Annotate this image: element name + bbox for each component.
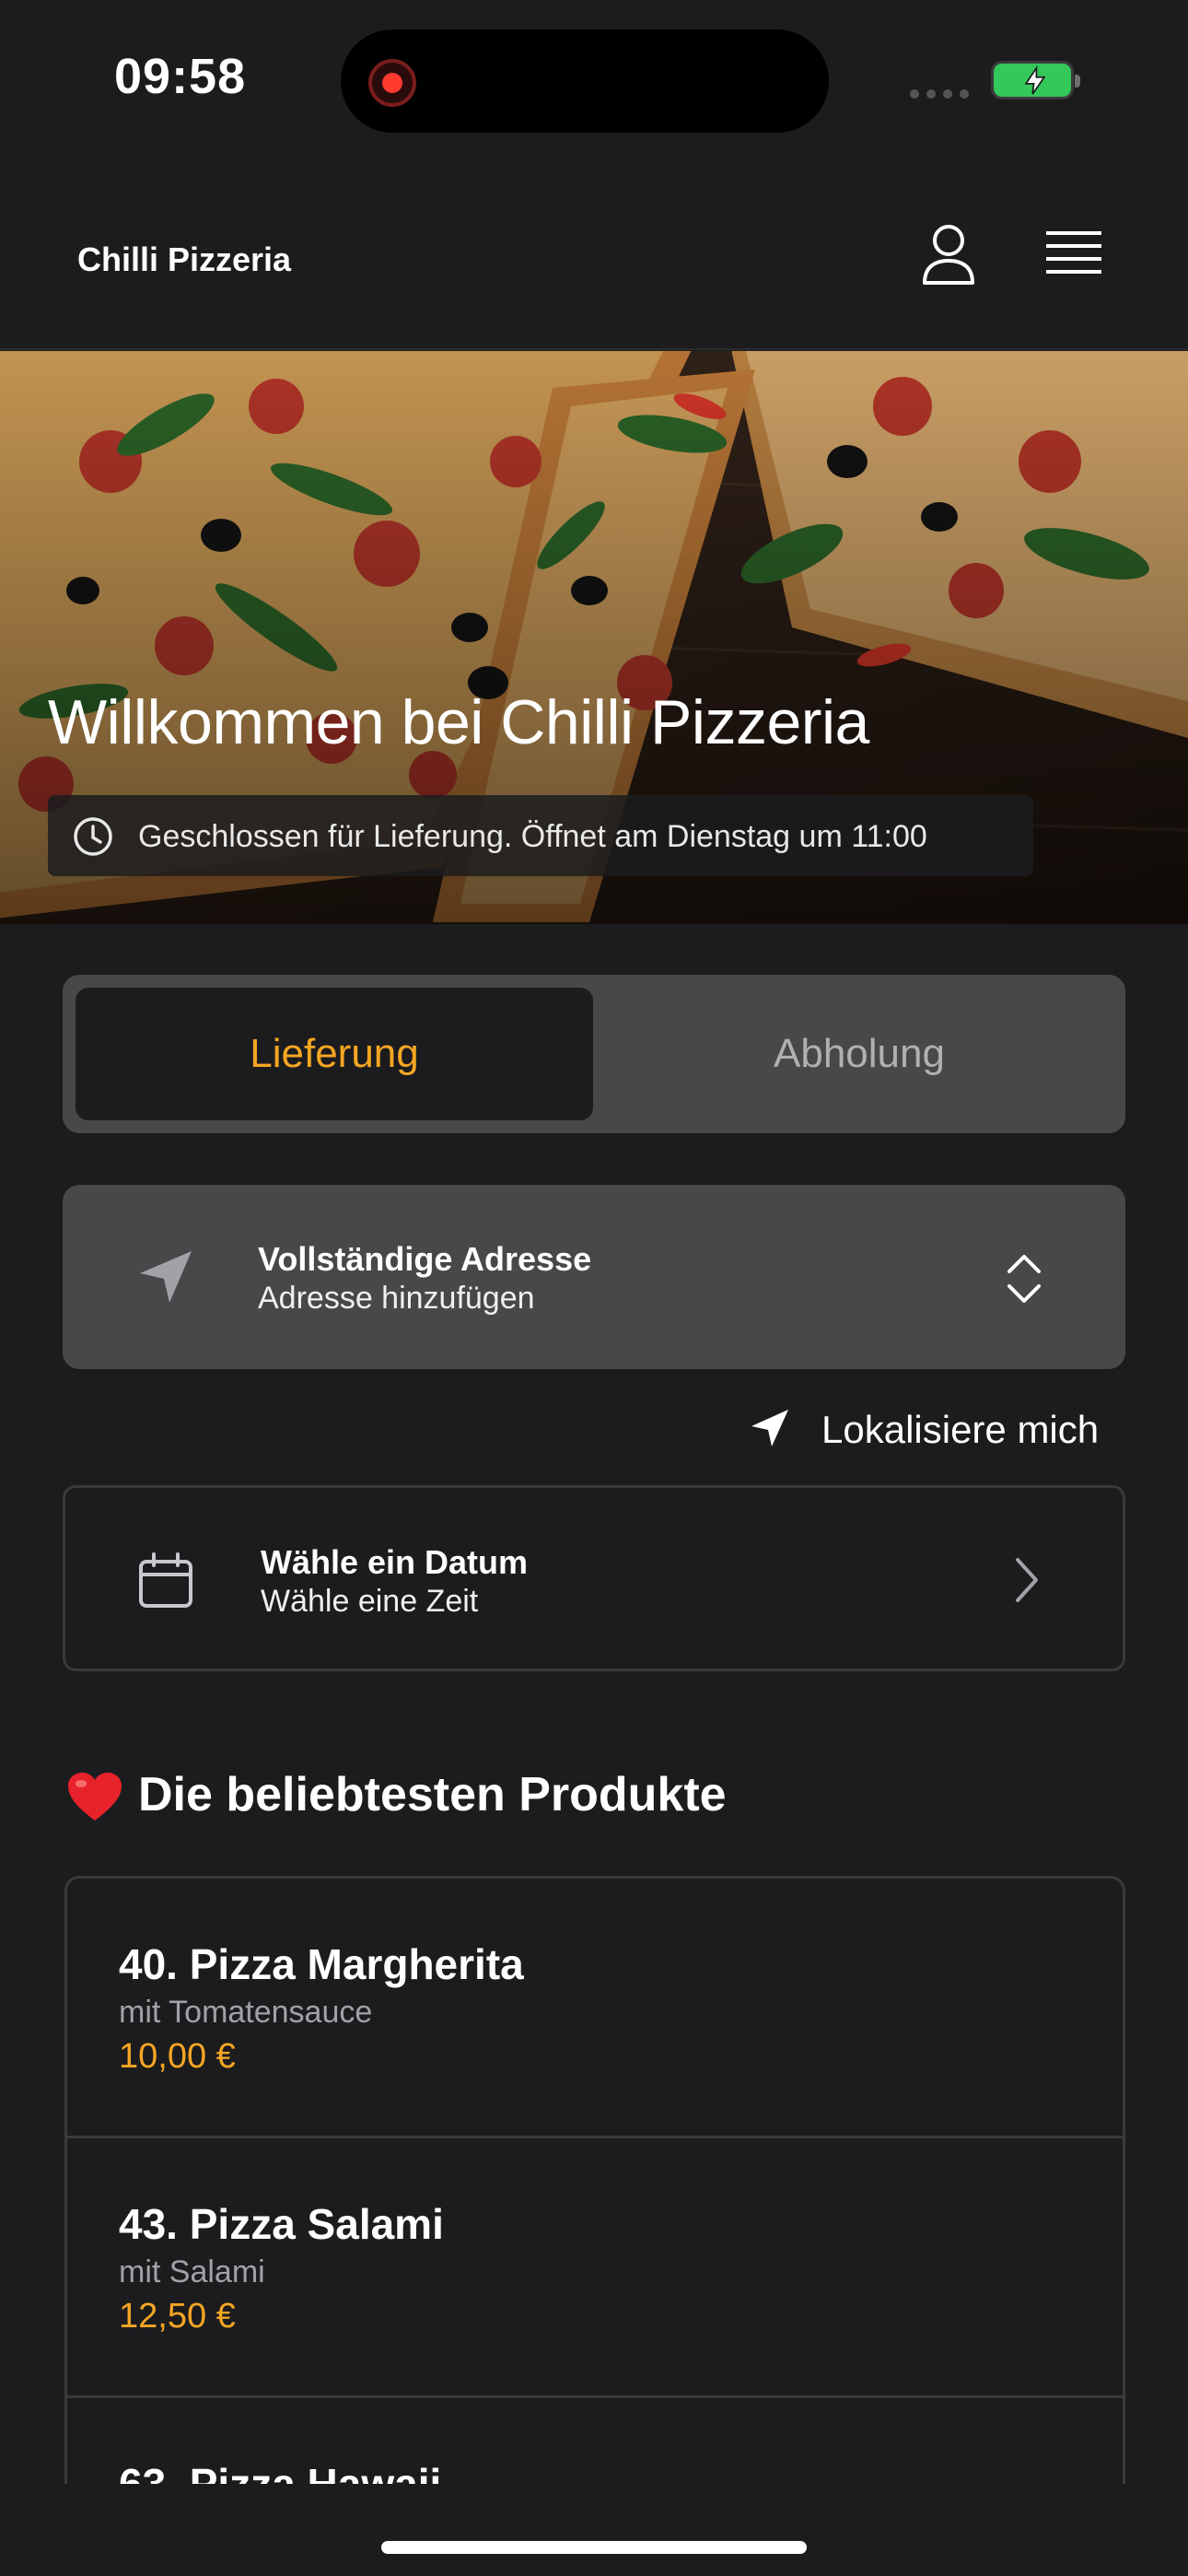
product-item[interactable]: 40. Pizza Margherita mit Tomatensauce 10… [67, 1879, 1123, 2138]
battery-charging-icon [991, 61, 1080, 100]
recording-indicator-icon [368, 59, 416, 107]
user-icon [923, 225, 974, 285]
schedule-time-subtitle: Wähle eine Zeit [261, 1584, 479, 1619]
schedule-selector[interactable]: Wähle ein Datum Wähle eine Zeit [63, 1485, 1125, 1671]
tab-delivery[interactable]: Lieferung [76, 975, 593, 1133]
address-title: Vollständige Adresse [258, 1240, 592, 1278]
locate-me-button[interactable]: Lokalisiere mich [748, 1400, 1125, 1456]
product-item[interactable]: 43. Pizza Salami mit Salami 12,50 € [67, 2138, 1123, 2398]
product-item[interactable]: 63. Pizza Hawaii [67, 2398, 1123, 2484]
clock-icon [74, 817, 112, 856]
brand-name[interactable]: Chilli Pizzeria [77, 240, 291, 279]
location-arrow-icon [140, 1251, 192, 1303]
product-price: 10,00 € [119, 2037, 236, 2076]
product-description: mit Salami [119, 2254, 265, 2289]
app-header: Chilli Pizzeria [0, 161, 1188, 350]
address-placeholder: Adresse hinzufügen [258, 1281, 535, 1316]
hero-banner: Willkommen bei Chilli Pizzeria Geschloss… [0, 351, 1188, 924]
status-bar: 09:58 [0, 0, 1188, 161]
heart-icon [68, 1773, 122, 1821]
menu-button[interactable] [1037, 218, 1111, 292]
address-selector[interactable]: Vollständige Adresse Adresse hinzufügen [63, 1185, 1125, 1369]
locate-me-label: Lokalisiere mich [821, 1408, 1100, 1451]
opening-status: Geschlossen für Lieferung. Öffnet am Die… [48, 795, 1033, 876]
popular-products-list: 40. Pizza Margherita mit Tomatensauce 10… [64, 1876, 1125, 2484]
product-name: 63. Pizza Hawaii [119, 2460, 442, 2484]
menu-icon [1046, 231, 1101, 274]
product-name: 40. Pizza Margherita [119, 1940, 524, 1988]
order-mode-toggle: Lieferung Abholung [63, 975, 1125, 1133]
product-description: mit Tomatensauce [119, 1995, 373, 2030]
dynamic-island [341, 29, 829, 133]
schedule-date-title: Wähle ein Datum [261, 1543, 529, 1581]
opening-status-text: Geschlossen für Lieferung. Öffnet am Die… [138, 819, 927, 854]
app-screen: 09:58 Chilli Pizzeria Willkommen bei Chi… [0, 0, 1188, 2576]
chevron-up-down-icon [1007, 1255, 1041, 1303]
hero-title: Willkommen bei Chilli Pizzeria [48, 687, 869, 757]
home-indicator[interactable] [381, 2541, 807, 2554]
calendar-icon [139, 1552, 192, 1608]
location-arrow-icon [751, 1410, 788, 1446]
profile-button[interactable] [912, 218, 985, 292]
tab-pickup[interactable]: Abholung [606, 975, 1112, 1133]
chevron-right-icon [1016, 1558, 1038, 1602]
product-price: 12,50 € [119, 2297, 236, 2336]
signal-icon [910, 87, 976, 103]
product-name: 43. Pizza Salami [119, 2200, 444, 2248]
status-time: 09:58 [114, 49, 247, 104]
popular-products-title: Die beliebtesten Produkte [138, 1768, 727, 1821]
